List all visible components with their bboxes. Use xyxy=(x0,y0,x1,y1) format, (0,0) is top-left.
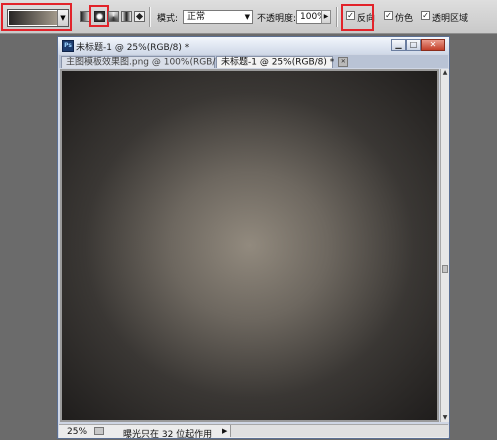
minimize-button[interactable]: ▁ xyxy=(391,39,406,51)
mode-select[interactable]: 正常 ▼ xyxy=(183,10,253,24)
gradient-picker-highlight xyxy=(1,3,72,31)
scroll-thumb[interactable] xyxy=(442,265,448,273)
status-menu-arrow-icon[interactable]: ▶ xyxy=(222,427,227,435)
document-window: Ps 未标题-1 @ 25%(RGB/8) * ▁ □ ✕ 主图模板效果图.pn… xyxy=(57,36,450,440)
close-button[interactable]: ✕ xyxy=(421,39,445,51)
reflected-gradient-icon[interactable] xyxy=(121,11,132,22)
document-title: 未标题-1 @ 25%(RGB/8) * xyxy=(76,43,190,53)
tab-untitled-1[interactable]: 未标题-1 @ 25%(RGB/8) * ✕ xyxy=(216,56,349,68)
status-info-icon[interactable] xyxy=(94,427,104,435)
close-tab-icon[interactable]: ✕ xyxy=(338,57,349,67)
mode-value: 正常 xyxy=(187,12,206,22)
separator xyxy=(336,7,338,27)
dither-label[interactable]: 仿色 xyxy=(395,11,413,24)
tab-label: 未标题-1 @ 25%(RGB/8) * xyxy=(221,57,335,68)
scroll-down-icon[interactable]: ▼ xyxy=(441,414,449,422)
canvas-area[interactable] xyxy=(60,69,439,422)
radial-gradient-highlight xyxy=(89,5,109,27)
angle-gradient-icon[interactable] xyxy=(108,11,119,22)
radial-gradient-canvas[interactable] xyxy=(62,71,437,420)
maximize-button[interactable]: □ xyxy=(406,39,421,51)
document-tabs: 主图模板效果图.png @ 100%(RGB/8)✕ 未标题-1 @ 25%(R… xyxy=(59,55,448,68)
opacity-slider-toggle-icon[interactable]: ▶ xyxy=(321,10,331,24)
scroll-up-icon[interactable]: ▲ xyxy=(441,69,449,77)
status-text: 曝光只在 32 位起作用 xyxy=(123,430,213,440)
transparency-checkbox[interactable]: ✓ xyxy=(421,11,430,20)
zoom-level[interactable]: 25% xyxy=(67,427,87,437)
options-bar: ▼ 模式: 正常 ▼ 不透明度: 100% ▶ ✓ 反向 ✓ 仿色 ✓ 透明区域 xyxy=(0,0,497,34)
reverse-highlight xyxy=(341,4,374,31)
status-bar: 25% 曝光只在 32 位起作用 ▶ xyxy=(59,424,449,440)
document-titlebar[interactable]: Ps 未标题-1 @ 25%(RGB/8) * ▁ □ ✕ xyxy=(58,37,449,54)
tab-template-image[interactable]: 主图模板效果图.png @ 100%(RGB/8)✕ xyxy=(61,56,239,68)
vertical-scrollbar[interactable]: ▲ ▼ xyxy=(440,69,449,422)
dither-checkbox[interactable]: ✓ xyxy=(384,11,393,20)
mode-label: 模式: xyxy=(157,14,179,24)
opacity-label: 不透明度: xyxy=(257,14,297,24)
diamond-gradient-icon[interactable] xyxy=(134,11,145,22)
separator xyxy=(149,7,151,27)
chevron-down-icon: ▼ xyxy=(244,13,250,21)
tab-label: 主图模板效果图.png @ 100%(RGB/8) xyxy=(66,57,225,68)
transparency-label[interactable]: 透明区域 xyxy=(432,11,468,24)
horizontal-scrollbar[interactable] xyxy=(230,425,449,437)
photoshop-icon: Ps xyxy=(62,40,74,52)
